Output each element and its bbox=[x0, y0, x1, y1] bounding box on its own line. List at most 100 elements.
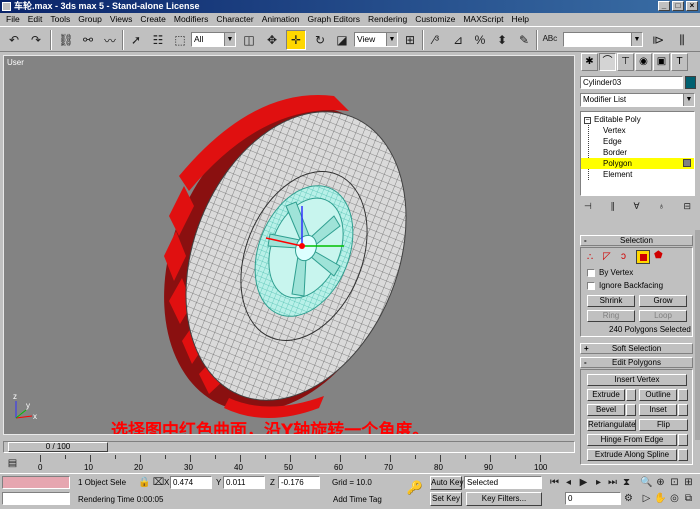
bind-space-warp-icon[interactable]: 〰 bbox=[100, 30, 120, 50]
set-key-icon[interactable]: 🔑 bbox=[404, 481, 426, 494]
go-to-end-icon[interactable]: ⏭ bbox=[606, 476, 619, 489]
zoom-all-icon[interactable]: ⊕ bbox=[654, 476, 667, 489]
remove-modifier-icon[interactable]: ♁ bbox=[658, 201, 665, 215]
selection-filter-dropdown[interactable]: All ▼ bbox=[191, 32, 236, 47]
stack-item-border[interactable]: Border bbox=[603, 147, 627, 158]
stack-item-edge[interactable]: Edge bbox=[603, 136, 622, 147]
maximize-viewport-icon[interactable]: ⧉ bbox=[682, 492, 695, 505]
motion-icon[interactable]: ◉ bbox=[635, 53, 652, 71]
select-and-move-icon[interactable]: ✥ bbox=[262, 30, 282, 50]
maximize-button[interactable]: □ bbox=[672, 1, 684, 11]
outline-button[interactable]: Outline bbox=[639, 389, 677, 401]
extrude-along-spline-settings-button[interactable] bbox=[678, 449, 688, 461]
menu-file[interactable]: File bbox=[2, 13, 24, 26]
extrude-button[interactable]: Extrude bbox=[587, 389, 625, 401]
vertex-level-icon[interactable]: ∴ bbox=[587, 252, 593, 263]
key-filters-button[interactable]: Key Filters... bbox=[466, 492, 542, 506]
menu-help[interactable]: Help bbox=[508, 13, 533, 26]
polygon-level-icon[interactable] bbox=[636, 250, 650, 264]
stack-item-element[interactable]: Element bbox=[603, 169, 632, 180]
element-level-icon[interactable]: ⬟ bbox=[654, 250, 663, 261]
angle-snap-icon[interactable]: ⊿ bbox=[448, 30, 468, 50]
flip-button[interactable]: Flip bbox=[639, 419, 688, 431]
shrink-button[interactable]: Shrink bbox=[587, 295, 635, 307]
minimize-button[interactable]: _ bbox=[658, 1, 670, 11]
y-coordinate-field[interactable]: 0.011 bbox=[223, 476, 265, 489]
app-icon[interactable] bbox=[2, 2, 11, 11]
extrude-settings-button[interactable] bbox=[626, 389, 636, 401]
next-frame-icon[interactable]: ▸ bbox=[592, 476, 605, 489]
time-slider[interactable]: 0 / 100 bbox=[3, 441, 575, 453]
unlink-icon[interactable]: ⚯ bbox=[78, 30, 98, 50]
display-icon[interactable]: ▣ bbox=[653, 53, 670, 71]
hierarchy-icon[interactable]: ⊤ bbox=[617, 53, 634, 71]
ignore-backfacing-checkbox[interactable] bbox=[587, 282, 595, 290]
retriangulate-button[interactable]: Retriangulate bbox=[587, 419, 636, 431]
menu-customize[interactable]: Customize bbox=[411, 13, 459, 26]
stack-item-polygon[interactable]: Polygon bbox=[581, 158, 694, 169]
lock-selection-icon[interactable]: 🔒 bbox=[138, 476, 151, 489]
pin-stack-icon[interactable]: ⊣ bbox=[584, 201, 592, 215]
grow-button[interactable]: Grow bbox=[639, 295, 687, 307]
zoom-icon[interactable]: 🔍 bbox=[640, 476, 653, 489]
mini-curve-editor-icon[interactable]: ▤ bbox=[6, 457, 19, 470]
window-crossing-icon[interactable]: ◫ bbox=[239, 30, 259, 50]
inset-button[interactable]: Inset bbox=[639, 404, 677, 416]
redo-icon[interactable]: ↷ bbox=[26, 30, 46, 50]
stack-root-item[interactable]: − Editable Poly bbox=[584, 114, 641, 125]
named-selection-dropdown[interactable]: ▼ bbox=[563, 32, 643, 47]
extrude-along-spline-button[interactable]: Extrude Along Spline bbox=[587, 449, 677, 461]
menu-views[interactable]: Views bbox=[106, 13, 137, 26]
inset-settings-button[interactable] bbox=[678, 404, 688, 416]
menu-character[interactable]: Character bbox=[212, 13, 257, 26]
reference-coordinate-dropdown[interactable]: View ▼ bbox=[354, 32, 398, 47]
utilities-icon[interactable]: T bbox=[671, 53, 688, 71]
key-mode-toggle-icon[interactable]: ⧗ bbox=[620, 476, 633, 489]
pivot-center-icon[interactable]: ⊞ bbox=[400, 30, 420, 50]
menu-edit[interactable]: Edit bbox=[24, 13, 47, 26]
create-icon[interactable]: ✱ bbox=[581, 53, 598, 71]
menu-modifiers[interactable]: Modifiers bbox=[170, 13, 212, 26]
menu-tools[interactable]: Tools bbox=[46, 13, 74, 26]
percent-snap-icon[interactable]: % bbox=[470, 30, 490, 50]
menu-animation[interactable]: Animation bbox=[258, 13, 304, 26]
loop-button[interactable]: Loop bbox=[639, 310, 687, 322]
edit-polygons-rollout-header[interactable]: - Edit Polygons bbox=[580, 357, 693, 368]
outline-settings-button[interactable] bbox=[678, 389, 688, 401]
current-frame-field[interactable]: 0 bbox=[565, 492, 621, 505]
snap-toggle-icon[interactable]: ∕³ bbox=[426, 30, 446, 50]
mirror-icon[interactable]: ⧐ bbox=[648, 30, 668, 50]
abc-named-selection-icon[interactable]: ᴬᴮᶜ bbox=[540, 30, 560, 50]
maxscript-listener[interactable] bbox=[2, 476, 70, 489]
zoom-extents-all-icon[interactable]: ⊞ bbox=[682, 476, 695, 489]
bevel-settings-button[interactable] bbox=[626, 404, 636, 416]
menu-group[interactable]: Group bbox=[74, 13, 106, 26]
command-panel-scrollbar[interactable] bbox=[695, 230, 700, 440]
edge-level-icon[interactable]: ◸ bbox=[603, 251, 611, 262]
menu-graph-editors[interactable]: Graph Editors bbox=[304, 13, 364, 26]
stack-item-vertex[interactable]: Vertex bbox=[603, 125, 626, 136]
by-vertex-checkbox[interactable] bbox=[587, 269, 595, 277]
align-icon[interactable]: ⫼ bbox=[672, 30, 692, 50]
field-of-view-icon[interactable]: ▷ bbox=[640, 492, 653, 505]
insert-vertex-button[interactable]: Insert Vertex bbox=[587, 374, 687, 386]
ring-button[interactable]: Ring bbox=[587, 310, 635, 322]
time-slider-thumb[interactable]: 0 / 100 bbox=[8, 442, 108, 452]
spinner-snap-icon[interactable]: ⬍ bbox=[492, 30, 512, 50]
edit-named-selection-icon[interactable]: ✎ bbox=[514, 30, 534, 50]
auto-key-button[interactable]: Auto Key bbox=[430, 476, 463, 490]
set-key-button[interactable]: Set Key bbox=[430, 492, 462, 506]
trackbar[interactable]: ▤ 0 10 20 30 40 50 60 70 80 90 100 bbox=[0, 455, 575, 473]
make-unique-icon[interactable]: ∀ bbox=[633, 201, 639, 215]
select-and-rotate-icon-2[interactable]: ↻ bbox=[310, 30, 330, 50]
undo-icon[interactable]: ↶ bbox=[4, 30, 24, 50]
modify-icon[interactable]: ⌒ bbox=[599, 53, 616, 71]
object-name-field[interactable]: Cylinder03 bbox=[580, 76, 683, 89]
hinge-settings-button[interactable] bbox=[678, 434, 688, 446]
hinge-from-edge-button[interactable]: Hinge From Edge bbox=[587, 434, 677, 446]
select-by-name-icon[interactable]: ☷ bbox=[148, 30, 168, 50]
menu-maxscript[interactable]: MAXScript bbox=[459, 13, 507, 26]
configure-modifier-sets-icon[interactable]: ⊟ bbox=[683, 201, 691, 215]
menu-rendering[interactable]: Rendering bbox=[364, 13, 411, 26]
selection-rollout-header[interactable]: - Selection bbox=[580, 235, 693, 246]
